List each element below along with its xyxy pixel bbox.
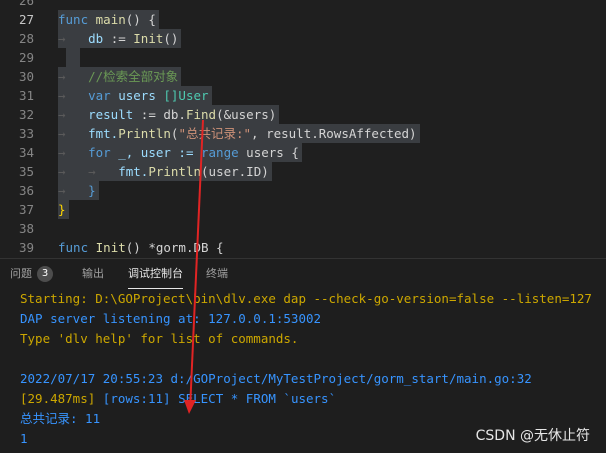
type-name: []User	[163, 88, 209, 103]
identifier: db	[88, 31, 104, 46]
code-punct: (user.ID)	[201, 164, 269, 179]
tab-output[interactable]: 输出	[82, 259, 104, 289]
function-name: Find	[185, 107, 217, 122]
console-line: 1	[20, 431, 28, 446]
rows-count: [rows:11]	[102, 391, 179, 406]
keyword: for	[88, 145, 111, 160]
identifier: users	[110, 88, 164, 103]
code-line: 38	[0, 219, 606, 238]
line-number: 34	[18, 145, 34, 160]
code-punct: users {	[238, 145, 299, 160]
tab-debug-console[interactable]: 调试控制台	[128, 259, 183, 289]
identifier: _, user :=	[110, 145, 201, 160]
console-line: 2022/07/17 20:55:23 d:/GOProject/MyTestP…	[20, 371, 532, 386]
keyword: var	[88, 88, 111, 103]
watermark: CSDN @无休止符	[475, 428, 590, 444]
code-text[interactable]: → db := Init()	[58, 29, 182, 48]
string-literal: "总共记录:"	[178, 126, 252, 141]
tab-label: 问题	[10, 267, 32, 280]
code-line: 32 → result := db.Find(&users)	[0, 105, 606, 124]
line-number: 26	[18, 0, 34, 8]
code-line: 27 func main() {	[0, 10, 606, 29]
tab-problems[interactable]: 问题 3	[10, 259, 53, 289]
line-number: 28	[18, 31, 34, 46]
code-text[interactable]: → //检索全部对象	[58, 67, 182, 86]
code-line: 31 → var users []User	[0, 86, 606, 105]
code-text[interactable]: → fmt.Println("总共记录:", result.RowsAffect…	[58, 124, 420, 143]
code-text[interactable]: → → fmt.Println(user.ID)	[58, 162, 272, 181]
tab-label: 终端	[206, 267, 228, 280]
sql-query: SELECT * FROM `users`	[178, 391, 337, 406]
code-punct: () {	[125, 12, 156, 27]
code-text[interactable]: → result := db.Find(&users)	[58, 105, 280, 124]
line-number: 27	[18, 12, 34, 27]
code-punct: :=	[103, 31, 134, 46]
code-text[interactable]: → var users []User	[58, 86, 212, 105]
function-name: Println	[118, 126, 171, 141]
console-line: 2	[20, 449, 28, 453]
closing-brace: }	[88, 183, 96, 198]
function-name: Init	[95, 240, 126, 255]
console-line: Starting: D:\GOProject\bin\dlv.exe dap -…	[20, 291, 592, 306]
tab-terminal[interactable]: 终端	[206, 259, 228, 289]
line-number: 32	[18, 107, 34, 122]
code-punct: ()	[163, 31, 179, 46]
code-line: 26	[0, 0, 606, 10]
line-number: 31	[18, 88, 34, 103]
keyword: range	[201, 145, 239, 160]
line-number: 35	[18, 164, 34, 179]
line-number: 30	[18, 69, 34, 84]
code-text[interactable]	[66, 48, 80, 67]
tab-label: 调试控制台	[128, 267, 183, 280]
code-line: 29	[0, 48, 606, 67]
code-line: 35 → → fmt.Println(user.ID)	[0, 162, 606, 181]
identifier: result	[88, 107, 134, 122]
function-name: main	[95, 12, 126, 27]
problems-count-badge: 3	[37, 266, 53, 282]
code-text[interactable]: }	[58, 200, 69, 219]
code-punct: () *gorm.DB {	[125, 240, 224, 255]
bottom-panel: 问题 3 输出 调试控制台 终端 Starting: D:\GOProject\b…	[0, 258, 606, 453]
keyword: func	[58, 240, 89, 255]
code-line: 39 func Init() *gorm.DB {	[0, 238, 606, 257]
code-text[interactable]: func main() {	[58, 10, 159, 29]
code-punct: , result.RowsAffected)	[251, 126, 417, 141]
console-line: DAP server listening at: 127.0.0.1:53002	[20, 311, 322, 326]
console-line: Type 'dlv help' for list of commands.	[20, 331, 299, 346]
console-line: 总共记录: 11	[20, 411, 101, 426]
code-text[interactable]: func Init() *gorm.DB {	[58, 238, 227, 257]
console-line: [29.487ms] [rows:11] SELECT * FROM `user…	[20, 389, 336, 409]
code-line: 30 → //检索全部对象	[0, 67, 606, 86]
code-text[interactable]: → }	[58, 181, 99, 200]
code-line: 36 → }	[0, 181, 606, 200]
code-line: 34 → for _, user := range users {	[0, 143, 606, 162]
code-punct: := db.	[133, 107, 186, 122]
function-name: Init	[133, 31, 164, 46]
tab-label: 输出	[82, 267, 104, 280]
panel-tabs: 问题 3 输出 调试控制台 终端	[0, 259, 606, 289]
identifier: fmt.	[118, 164, 149, 179]
code-line: 28 → db := Init()	[0, 29, 606, 48]
line-number: 29	[18, 50, 34, 65]
line-number: 33	[18, 126, 34, 141]
code-text[interactable]: → for _, user := range users {	[58, 143, 302, 162]
line-number: 36	[18, 183, 34, 198]
code-line: 33 → fmt.Println("总共记录:", result.RowsAff…	[0, 124, 606, 143]
query-duration: [29.487ms]	[20, 391, 103, 406]
code-editor[interactable]: 26 27 func main() { 28 → db := Init() 29…	[0, 0, 606, 258]
comment: //检索全部对象	[88, 69, 179, 84]
line-number: 37	[18, 202, 34, 217]
line-number: 39	[18, 240, 34, 255]
code-line: 37 }	[0, 200, 606, 219]
keyword: func	[58, 12, 89, 27]
identifier: fmt.	[88, 126, 119, 141]
code-punct: (&users)	[216, 107, 277, 122]
line-number: 38	[18, 221, 34, 236]
function-name: Println	[148, 164, 202, 179]
